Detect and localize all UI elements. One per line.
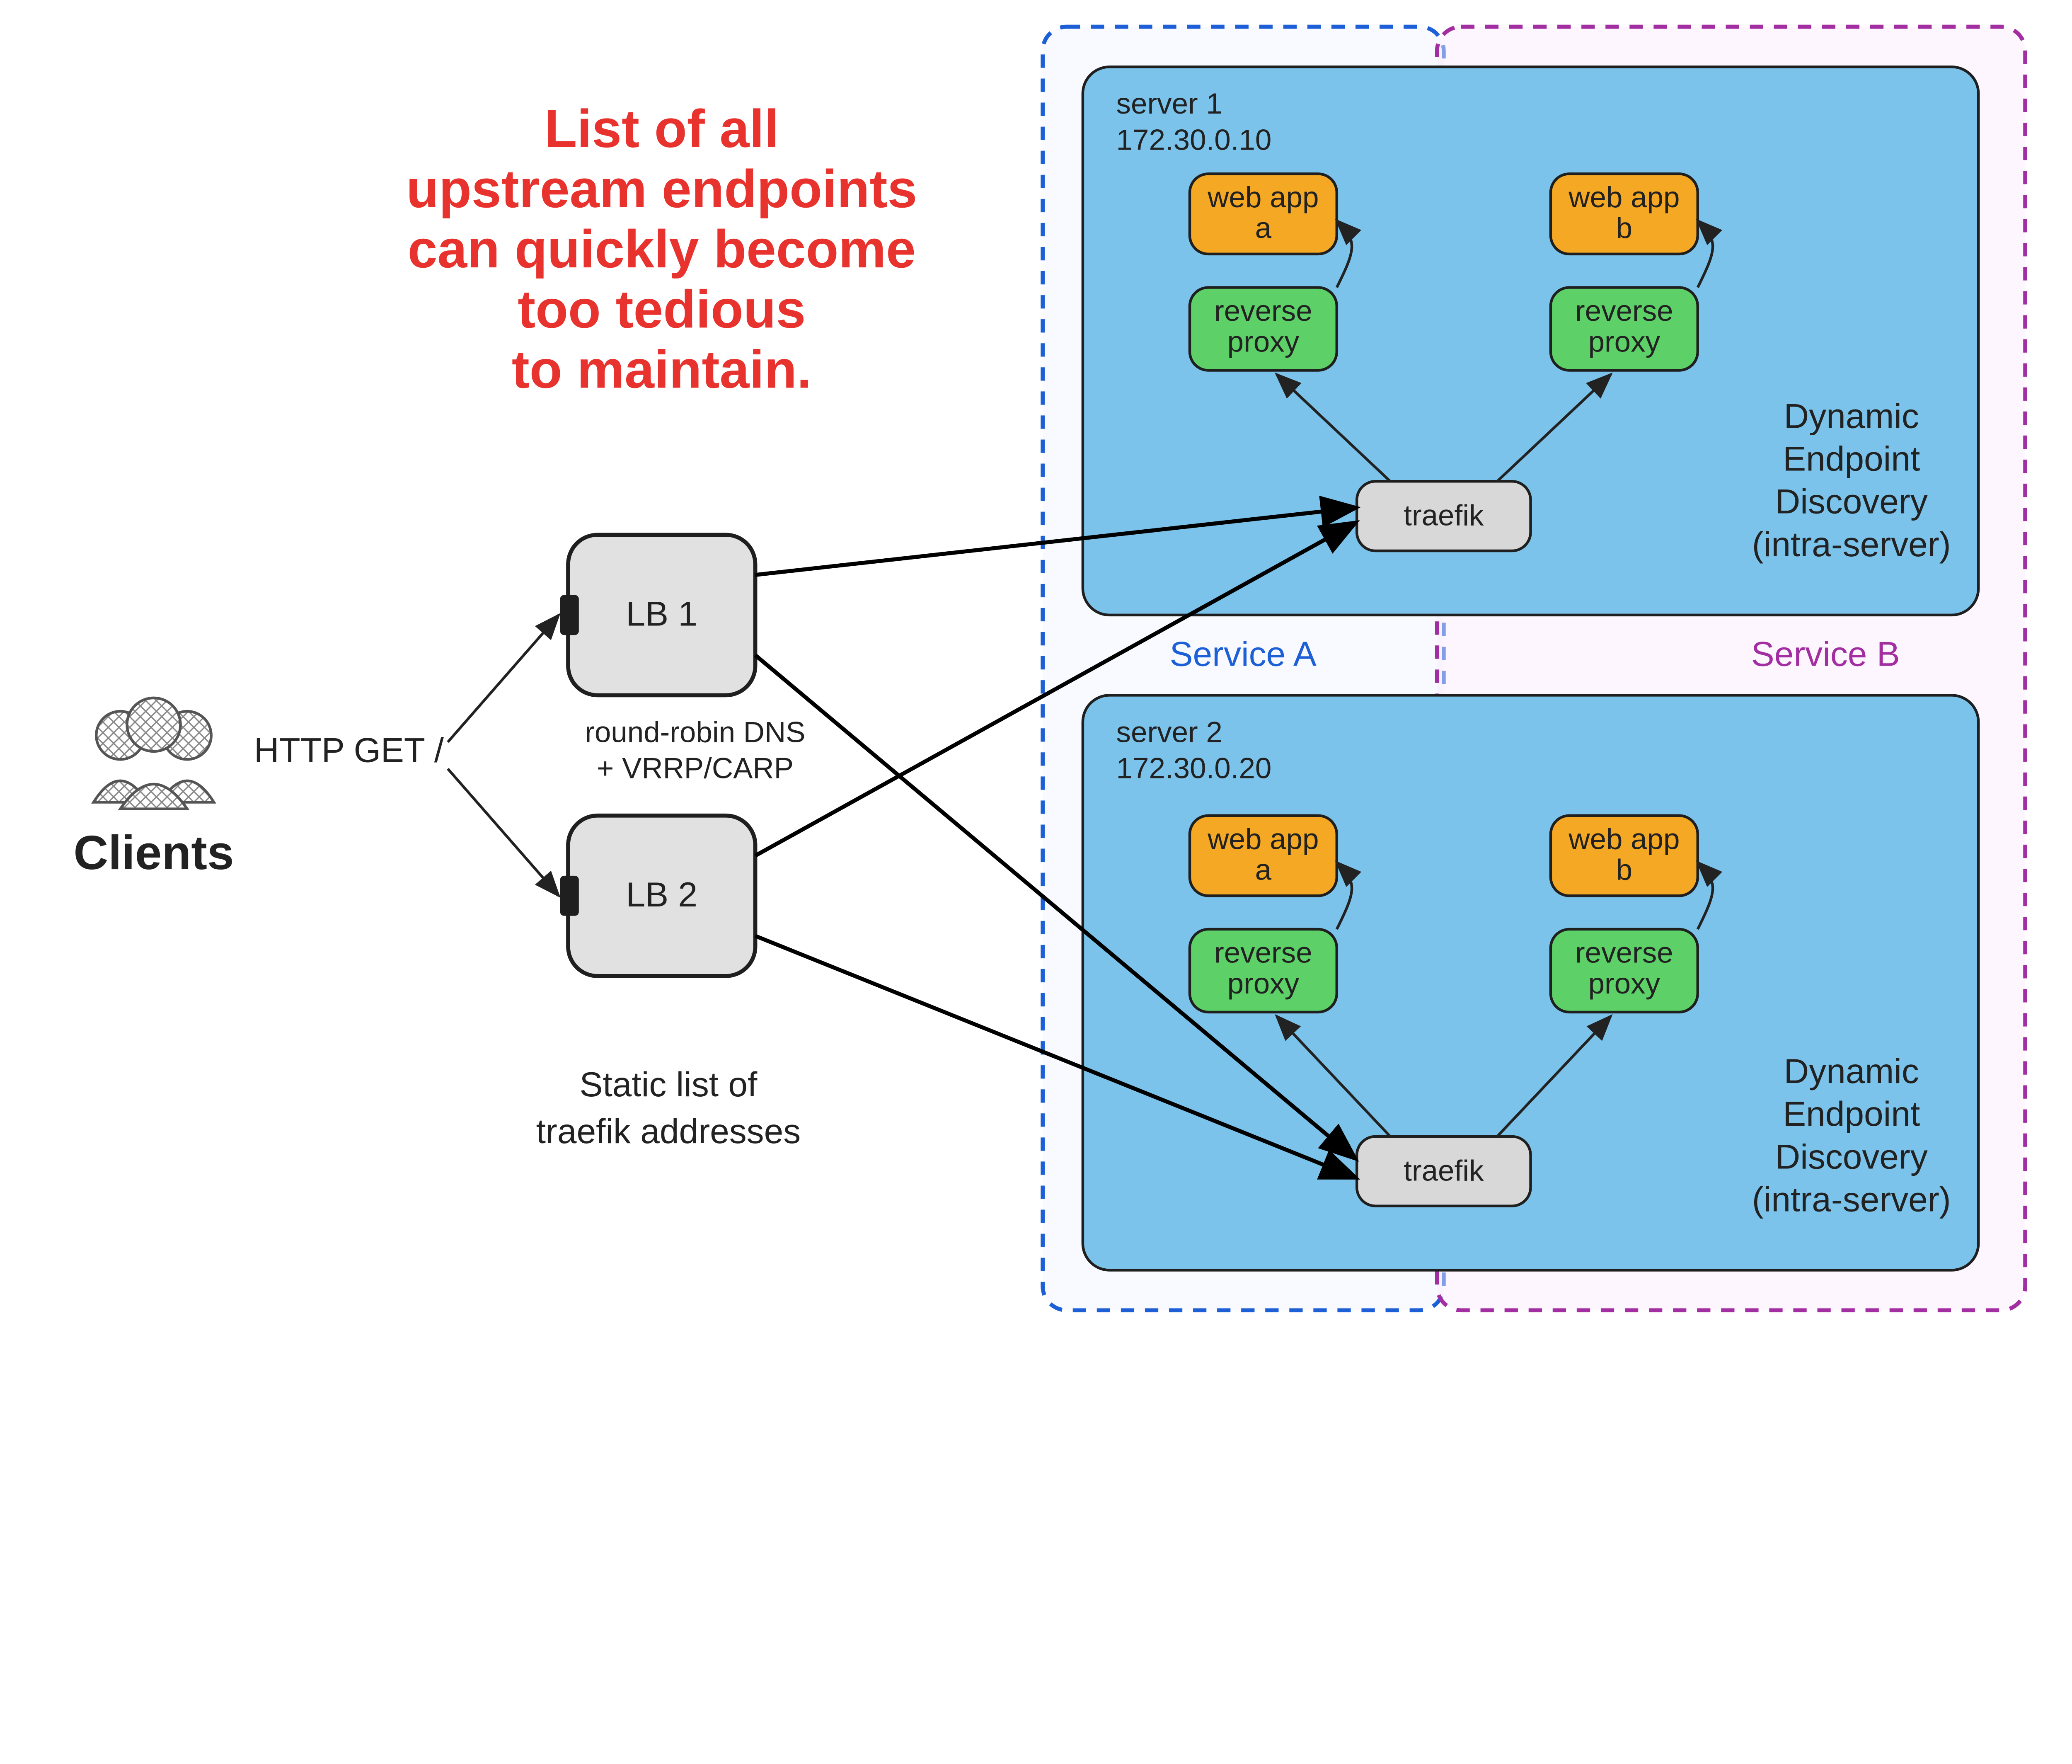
svg-text:Discovery: Discovery bbox=[1775, 482, 1928, 521]
svg-text:b: b bbox=[1616, 212, 1632, 245]
lb2-node: LB 2 bbox=[560, 816, 755, 976]
server-1: server 1 172.30.0.10 traefik web app a r… bbox=[1083, 67, 1978, 615]
svg-text:reverse: reverse bbox=[1575, 295, 1673, 327]
svg-text:round-robin DNS: round-robin DNS bbox=[585, 716, 805, 749]
arrow-clients-lb1 bbox=[448, 615, 559, 742]
svg-text:Dynamic: Dynamic bbox=[1784, 1052, 1919, 1090]
svg-text:traefik addresses: traefik addresses bbox=[536, 1112, 801, 1151]
svg-text:172.30.0.10: 172.30.0.10 bbox=[1116, 124, 1272, 156]
svg-text:proxy: proxy bbox=[1588, 967, 1661, 1000]
arrow-clients-lb2 bbox=[448, 769, 559, 896]
svg-text:Dynamic: Dynamic bbox=[1784, 396, 1919, 435]
svg-text:proxy: proxy bbox=[1227, 967, 1300, 1000]
svg-text:traefik: traefik bbox=[1404, 499, 1484, 532]
svg-text:+ VRRP/CARP: + VRRP/CARP bbox=[597, 752, 794, 785]
svg-text:reverse: reverse bbox=[1214, 295, 1312, 327]
svg-text:web app: web app bbox=[1207, 823, 1319, 855]
svg-text:Discovery: Discovery bbox=[1775, 1137, 1928, 1176]
svg-text:web app: web app bbox=[1568, 181, 1680, 214]
svg-text:(intra-server): (intra-server) bbox=[1752, 1180, 1951, 1219]
svg-text:server 1: server 1 bbox=[1116, 87, 1222, 120]
svg-text:proxy: proxy bbox=[1227, 325, 1300, 358]
svg-text:server 2: server 2 bbox=[1116, 716, 1222, 749]
lb-dns-note: round-robin DNS + VRRP/CARP bbox=[585, 716, 805, 785]
svg-text:List of all: List of all bbox=[545, 99, 779, 159]
svg-text:traefik: traefik bbox=[1404, 1154, 1484, 1187]
svg-text:a: a bbox=[1255, 212, 1272, 245]
lb-caption: Static list of traefik addresses bbox=[536, 1065, 801, 1151]
svg-text:LB 1: LB 1 bbox=[626, 594, 698, 633]
svg-text:proxy: proxy bbox=[1588, 325, 1661, 358]
svg-text:upstream endpoints: upstream endpoints bbox=[406, 159, 917, 219]
service-b-label: Service B bbox=[1751, 634, 1900, 673]
svg-text:web app: web app bbox=[1207, 181, 1319, 214]
svg-text:Endpoint: Endpoint bbox=[1783, 1094, 1920, 1133]
svg-text:b: b bbox=[1616, 854, 1632, 887]
server-2: server 2 172.30.0.20 traefik web app a r… bbox=[1083, 695, 1978, 1270]
service-a-label: Service A bbox=[1170, 634, 1317, 673]
svg-text:a: a bbox=[1255, 854, 1272, 887]
lb1-node: LB 1 bbox=[560, 535, 755, 695]
clients-label: Clients bbox=[73, 826, 234, 880]
svg-text:reverse: reverse bbox=[1575, 937, 1673, 969]
svg-text:can quickly become: can quickly become bbox=[408, 219, 916, 279]
svg-text:(intra-server): (intra-server) bbox=[1752, 525, 1951, 564]
svg-text:172.30.0.20: 172.30.0.20 bbox=[1116, 752, 1272, 785]
annotation: List of all upstream endpoints can quick… bbox=[406, 99, 917, 400]
clients-icon bbox=[94, 698, 214, 809]
svg-text:too tedious: too tedious bbox=[518, 279, 806, 339]
http-get-label: HTTP GET / bbox=[254, 731, 444, 770]
svg-text:Static list of: Static list of bbox=[580, 1065, 758, 1104]
svg-text:Endpoint: Endpoint bbox=[1783, 439, 1920, 478]
svg-text:LB 2: LB 2 bbox=[626, 875, 698, 914]
svg-text:reverse: reverse bbox=[1214, 937, 1312, 969]
svg-text:to maintain.: to maintain. bbox=[512, 339, 812, 399]
svg-text:web app: web app bbox=[1568, 823, 1680, 855]
